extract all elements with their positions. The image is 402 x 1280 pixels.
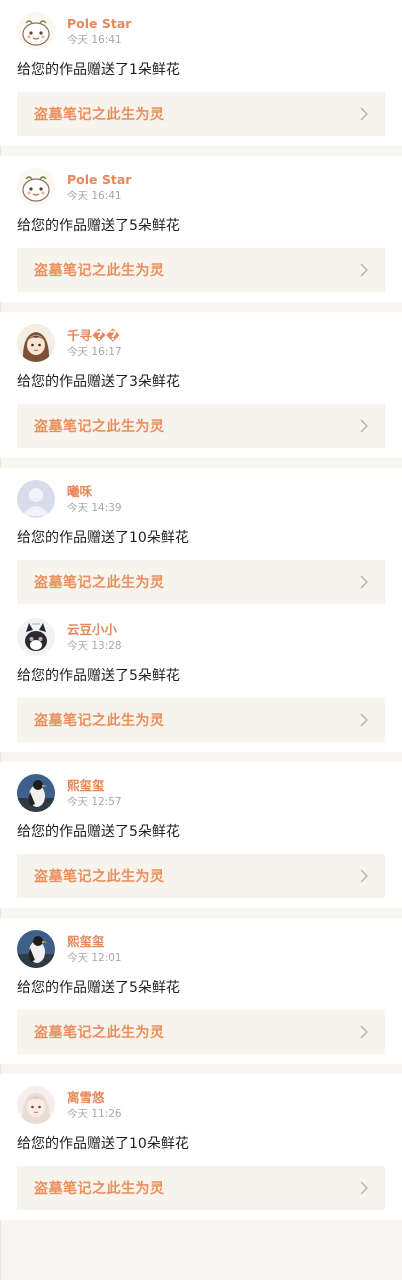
work-title: 盗墓笔记之此生为灵	[34, 263, 165, 279]
work-title: 盗墓笔记之此生为灵	[34, 713, 165, 729]
sender-name[interactable]: 曦咊	[67, 483, 122, 500]
timestamp: 今天 16:17	[67, 345, 122, 358]
notification-card: Pole Star 今天 16:41 给您的作品赠送了1朵鲜花 盗墓笔记之此生为…	[0, 0, 402, 146]
timestamp: 今天 12:57	[67, 795, 122, 808]
bird-photo-avatar[interactable]	[17, 774, 55, 812]
timestamp: 今天 12:01	[67, 951, 122, 964]
cartoon-bird-avatar[interactable]	[17, 12, 55, 50]
gift-notification-feed: Pole Star 今天 16:41 给您的作品赠送了1朵鲜花 盗墓笔记之此生为…	[0, 0, 402, 1280]
notification-card: 熙玺玺 今天 12:01 给您的作品赠送了5朵鲜花 盗墓笔记之此生为灵	[0, 918, 402, 1064]
default-user-avatar[interactable]	[17, 480, 55, 518]
timestamp: 今天 14:39	[67, 501, 122, 514]
timestamp: 今天 13:28	[67, 639, 122, 652]
chevron-right-icon	[359, 419, 369, 433]
cat-avatar[interactable]: cute	[17, 618, 55, 656]
notification-card: Pole Star 今天 16:41 给您的作品赠送了5朵鲜花 盗墓笔记之此生为…	[0, 156, 402, 302]
chevron-right-icon	[359, 575, 369, 589]
sender-name[interactable]: 熙玺玺	[67, 777, 122, 794]
card-header: cute 云豆小小 今天 13:28	[17, 610, 385, 660]
work-link[interactable]: 盗墓笔记之此生为灵	[17, 854, 385, 898]
chevron-right-icon	[359, 107, 369, 121]
bird-photo-avatar[interactable]	[17, 930, 55, 968]
work-title: 盗墓笔记之此生为灵	[34, 869, 165, 885]
anime-girl-avatar-2[interactable]	[17, 1086, 55, 1124]
work-link[interactable]: 盗墓笔记之此生为灵	[17, 404, 385, 448]
timestamp: 今天 16:41	[67, 189, 122, 202]
card-header: Pole Star 今天 16:41	[17, 156, 385, 210]
gift-message: 给您的作品赠送了3朵鲜花	[17, 374, 180, 390]
work-link[interactable]: 盗墓笔记之此生为灵	[17, 248, 385, 292]
chevron-right-icon	[359, 869, 369, 883]
notification-card: 离雪悠 今天 11:26 给您的作品赠送了10朵鲜花 盗墓笔记之此生为灵	[0, 1074, 402, 1220]
chevron-right-icon	[359, 263, 369, 277]
timestamp: 今天 11:26	[67, 1107, 122, 1120]
card-header: 曦咊 今天 14:39	[17, 468, 385, 522]
work-link[interactable]: 盗墓笔记之此生为灵	[17, 698, 385, 742]
sender-name[interactable]: 云豆小小	[67, 621, 122, 638]
work-title: 盗墓笔记之此生为灵	[34, 1181, 165, 1197]
notification-card: 熙玺玺 今天 12:57 给您的作品赠送了5朵鲜花 盗墓笔记之此生为灵	[0, 762, 402, 908]
work-link[interactable]: 盗墓笔记之此生为灵	[17, 92, 385, 136]
card-header: Pole Star 今天 16:41	[17, 0, 385, 54]
gift-message: 给您的作品赠送了10朵鲜花	[17, 1136, 189, 1152]
sender-name[interactable]: 离雪悠	[67, 1089, 122, 1106]
gift-message: 给您的作品赠送了5朵鲜花	[17, 980, 180, 996]
gift-message: 给您的作品赠送了1朵鲜花	[17, 62, 180, 78]
chevron-right-icon	[359, 713, 369, 727]
gift-message: 给您的作品赠送了5朵鲜花	[17, 218, 180, 234]
card-header: 离雪悠 今天 11:26	[17, 1074, 385, 1128]
timestamp: 今天 16:41	[67, 33, 122, 46]
card-header: 熙玺玺 今天 12:01	[17, 918, 385, 972]
gift-message: 给您的作品赠送了5朵鲜花	[17, 824, 180, 840]
work-link[interactable]: 盗墓笔记之此生为灵	[17, 1010, 385, 1054]
card-header: 熙玺玺 今天 12:57	[17, 762, 385, 816]
card-header: 千寻�� 今天 16:17	[17, 312, 385, 366]
sender-name[interactable]: Pole Star	[67, 15, 131, 32]
work-title: 盗墓笔记之此生为灵	[34, 575, 165, 591]
gift-message: 给您的作品赠送了10朵鲜花	[17, 530, 189, 546]
sender-name[interactable]: 熙玺玺	[67, 933, 122, 950]
work-title: 盗墓笔记之此生为灵	[34, 1025, 165, 1041]
anime-girl-avatar[interactable]	[17, 324, 55, 362]
work-link[interactable]: 盗墓笔记之此生为灵	[17, 560, 385, 604]
notification-card: 千寻�� 今天 16:17 给您的作品赠送了3朵鲜花 盗墓笔记之此生为灵	[0, 312, 402, 458]
chevron-right-icon	[359, 1181, 369, 1195]
cartoon-bird-avatar[interactable]	[17, 168, 55, 206]
sender-name[interactable]: 千寻��	[67, 327, 122, 344]
svg-text:cute: cute	[32, 622, 40, 626]
gift-message: 给您的作品赠送了5朵鲜花	[17, 668, 180, 684]
work-title: 盗墓笔记之此生为灵	[34, 419, 165, 435]
chevron-right-icon	[359, 1025, 369, 1039]
sender-name[interactable]: Pole Star	[67, 171, 131, 188]
notification-card: 曦咊 今天 14:39 给您的作品赠送了10朵鲜花 盗墓笔记之此生为灵 cute…	[0, 468, 402, 752]
work-title: 盗墓笔记之此生为灵	[34, 107, 165, 123]
work-link[interactable]: 盗墓笔记之此生为灵	[17, 1166, 385, 1210]
